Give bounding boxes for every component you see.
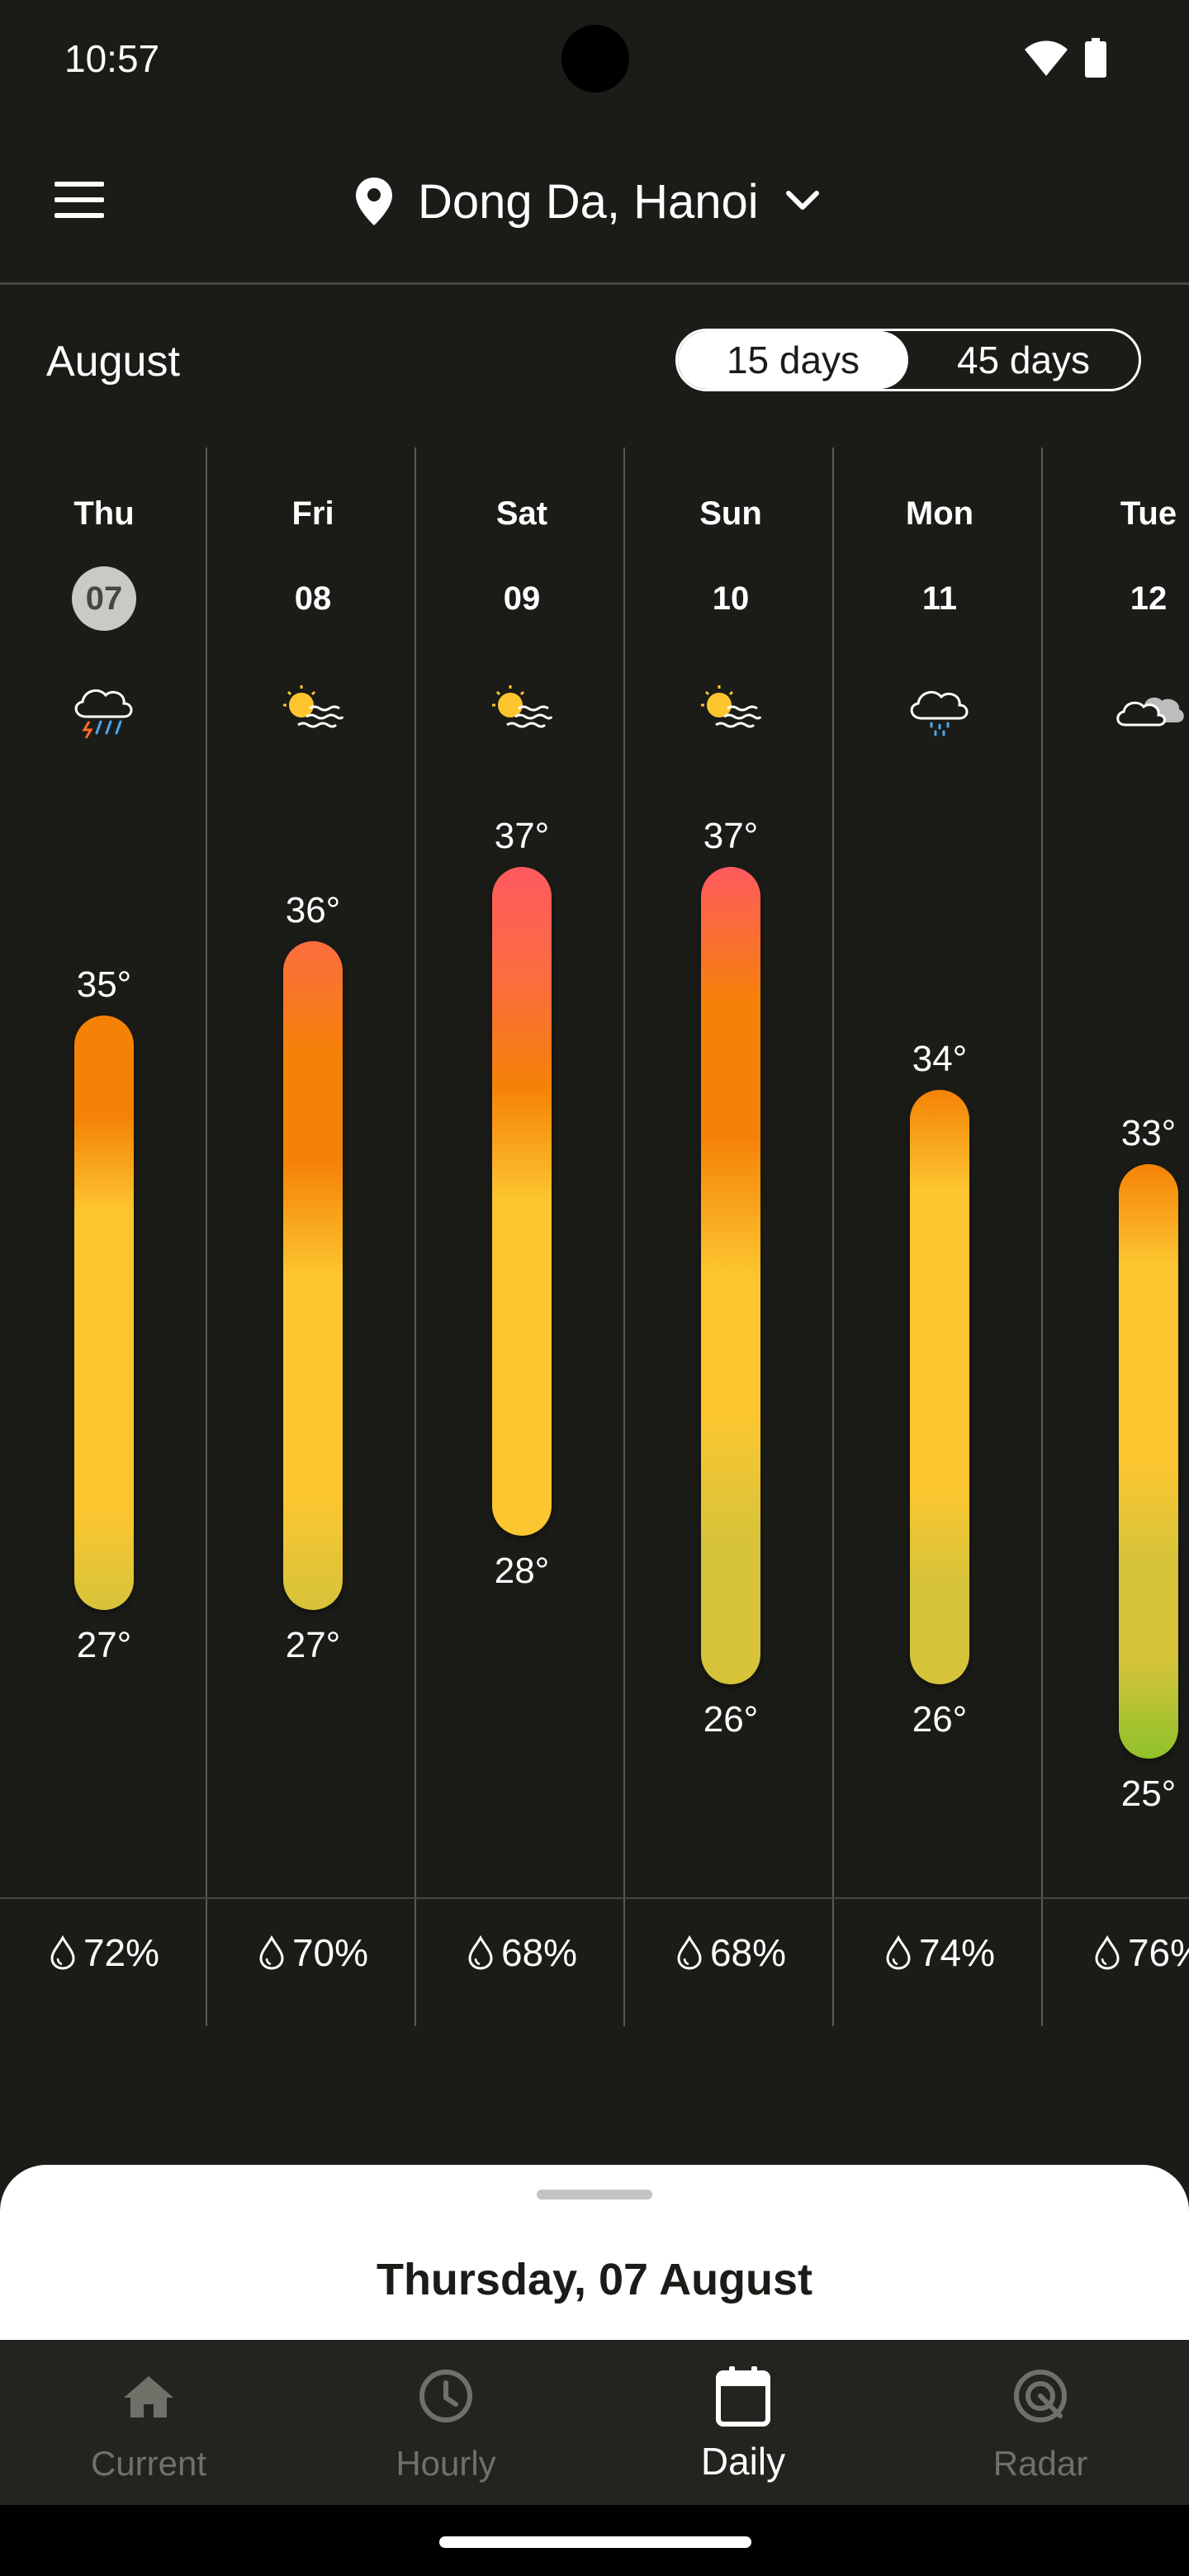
top-app-bar: Dong Da, Hanoi <box>0 124 1189 282</box>
day-date: 09 <box>503 580 541 617</box>
low-temp: 26° <box>912 1699 968 1740</box>
day-name: Fri <box>291 495 334 532</box>
camera-cutout <box>561 25 629 92</box>
nav-item-hourly[interactable]: Hourly <box>297 2340 594 2505</box>
precip-chance: 74% <box>836 1930 1044 1975</box>
location-pin-icon <box>356 178 392 225</box>
precip-chance: 68% <box>418 1930 626 1975</box>
calendar-icon <box>716 2366 770 2427</box>
chevron-down-icon <box>785 191 819 210</box>
day-name: Thu <box>73 495 135 532</box>
day-column[interactable]: Sun 10 37° 26° 68% <box>627 447 835 2026</box>
temp-range-bar <box>910 1090 969 1684</box>
menu-icon[interactable] <box>53 180 106 220</box>
status-bar: 10:57 <box>0 0 1189 124</box>
sheet-drag-handle[interactable] <box>537 2190 652 2200</box>
precip-value: 74% <box>918 1931 996 1974</box>
nav-item-radar[interactable]: Radar <box>892 2340 1189 2505</box>
precip-value: 72% <box>83 1931 160 1974</box>
day-date: 08 <box>294 580 332 617</box>
range-15-days-button[interactable]: 15 days <box>678 331 908 389</box>
high-temp: 33° <box>1120 1113 1177 1153</box>
day-date: 07 <box>72 566 136 631</box>
rain-cloud-icon <box>910 690 969 736</box>
precip-chance: 76% <box>1045 1930 1189 1975</box>
high-temp: 37° <box>494 816 550 856</box>
temp-range-bar <box>492 867 552 1536</box>
temp-range-bar <box>74 1016 134 1610</box>
day-name: Sat <box>495 495 548 532</box>
day-column[interactable]: Tue 12 33° 25° 76% <box>1045 447 1189 2026</box>
low-temp: 27° <box>285 1625 341 1665</box>
location-selector[interactable]: Dong Da, Hanoi <box>355 168 820 234</box>
sun-haze-icon <box>492 685 553 728</box>
clock-icon <box>419 2370 472 2422</box>
day-date: 10 <box>712 580 750 617</box>
radar-icon <box>1014 2370 1067 2422</box>
home-icon <box>124 2376 173 2417</box>
precip-value: 70% <box>291 1931 369 1974</box>
bottom-navigation: Current Hourly Daily Radar <box>0 2340 1189 2505</box>
water-drop-icon <box>468 1935 493 1970</box>
gesture-handle[interactable] <box>439 2536 751 2548</box>
range-toggle: 15 days 45 days <box>675 329 1141 391</box>
day-detail-sheet[interactable]: Thursday, 07 August <box>0 2165 1189 2340</box>
water-drop-icon <box>259 1935 284 1970</box>
water-drop-icon <box>886 1935 911 1970</box>
nav-label: Hourly <box>396 2444 496 2483</box>
precip-chance: 70% <box>209 1930 417 1975</box>
water-drop-icon <box>1095 1935 1120 1970</box>
day-date: 11 <box>921 580 958 617</box>
precip-value: 68% <box>500 1931 578 1974</box>
cloudy-icon <box>1116 697 1184 727</box>
temp-range-bar <box>701 867 760 1684</box>
thunderstorm-rain-icon <box>74 689 133 739</box>
day-name: Tue <box>1120 495 1177 532</box>
wifi-icon <box>1025 40 1068 76</box>
precip-value: 68% <box>709 1931 787 1974</box>
high-temp: 37° <box>703 816 759 856</box>
battery-icon <box>1085 38 1106 78</box>
water-drop-icon <box>50 1935 75 1970</box>
high-temp: 36° <box>285 890 341 930</box>
nav-label: Current <box>90 2444 207 2483</box>
day-column[interactable]: Mon 11 34° 26° 74% <box>836 447 1044 2026</box>
high-temp: 35° <box>76 964 132 1005</box>
temp-range-bar <box>1119 1164 1178 1759</box>
low-temp: 27° <box>76 1625 132 1665</box>
daily-forecast-chart: Thu 07 35° 27° 72% Fri 08 36° 27° 70% Sa… <box>0 447 1189 2026</box>
precip-chance: 68% <box>627 1930 835 1975</box>
nav-item-current[interactable]: Current <box>0 2340 297 2505</box>
temp-range-bar <box>283 941 343 1610</box>
nav-item-daily[interactable]: Daily <box>594 2340 892 2505</box>
day-date: 12 <box>1130 580 1168 617</box>
day-column[interactable]: Thu 07 35° 27° 72% <box>0 447 208 2026</box>
precip-value: 76% <box>1127 1931 1189 1974</box>
sheet-title: Thursday, 07 August <box>376 2255 813 2304</box>
precip-chance: 72% <box>0 1930 208 1975</box>
sun-haze-icon <box>701 685 762 728</box>
low-temp: 25° <box>1120 1773 1177 1814</box>
month-label: August <box>46 338 180 386</box>
day-name: Sun <box>699 495 762 532</box>
day-column[interactable]: Fri 08 36° 27° 70% <box>209 447 417 2026</box>
day-column[interactable]: Sat 09 37° 28° 68% <box>418 447 626 2026</box>
range-45-days-button[interactable]: 45 days <box>908 331 1139 389</box>
location-name: Dong Da, Hanoi <box>418 174 759 229</box>
header-divider <box>0 282 1189 285</box>
water-drop-icon <box>677 1935 702 1970</box>
low-temp: 26° <box>703 1699 759 1740</box>
low-temp: 28° <box>494 1551 550 1591</box>
sun-haze-icon <box>283 685 344 728</box>
day-name: Mon <box>905 495 974 532</box>
high-temp: 34° <box>912 1039 968 1079</box>
nav-label: Daily <box>700 2440 786 2483</box>
status-time: 10:57 <box>64 37 160 80</box>
nav-label: Radar <box>992 2444 1088 2483</box>
